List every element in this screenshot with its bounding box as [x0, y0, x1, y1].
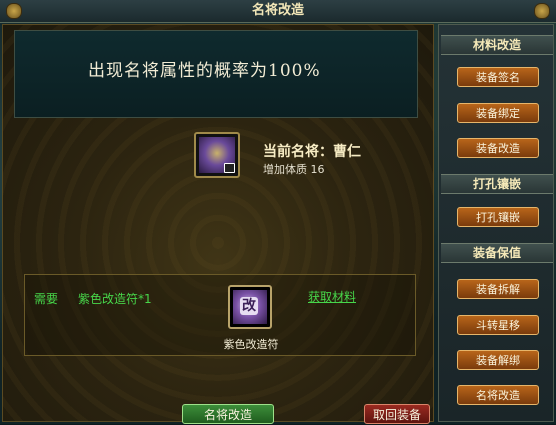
probability-text: 出现名将属性的概率为100% [88, 61, 321, 81]
current-general-name: 当前名将：曹仁 [263, 144, 361, 160]
requirement-item: 紫色改造符*1 [78, 292, 152, 306]
general-modify-button[interactable]: 名将改造 [182, 404, 274, 424]
title-ornament-right-icon [534, 3, 550, 19]
sidebar-item-unbind[interactable]: 装备解绑 [457, 350, 539, 370]
sidebar-item-equip-sign[interactable]: 装备签名 [457, 67, 539, 87]
material-glyph: 改 [240, 297, 258, 315]
requirement-label: 需要 [34, 292, 59, 306]
general-equipment-slot[interactable] [194, 132, 240, 178]
get-material-link[interactable]: 获取材料 [308, 288, 356, 305]
section-header-preserve: 装备保值 [441, 243, 553, 263]
retrieve-equipment-button[interactable]: 取回装备 [364, 404, 430, 424]
title-bar[interactable]: 名将改造 [0, 0, 556, 23]
sidebar-item-star-transfer[interactable]: 斗转星移 [457, 315, 539, 335]
sidebar-item-equip-modify[interactable]: 装备改造 [457, 138, 539, 158]
general-modify-window: 名将改造 出现名将属性的概率为100% 当前名将：曹仁 增加体质 16 需要 紫… [0, 0, 556, 424]
sidebar-item-disassemble[interactable]: 装备拆解 [457, 279, 539, 299]
sidebar-item-equip-bind[interactable]: 装备绑定 [457, 103, 539, 123]
section-header-material: 材料改造 [441, 35, 553, 55]
sidebar-item-general-modify[interactable]: 名将改造 [457, 385, 539, 405]
material-slot[interactable]: 改 [228, 285, 272, 329]
material-name: 紫色改造符 [223, 338, 279, 351]
section-header-socket: 打孔镶嵌 [441, 174, 553, 194]
general-attribute: 增加体质 16 [263, 163, 325, 176]
sidebar-item-socket-inlay[interactable]: 打孔镶嵌 [457, 207, 539, 227]
lock-icon [224, 163, 235, 173]
window-title: 名将改造 [251, 3, 304, 18]
